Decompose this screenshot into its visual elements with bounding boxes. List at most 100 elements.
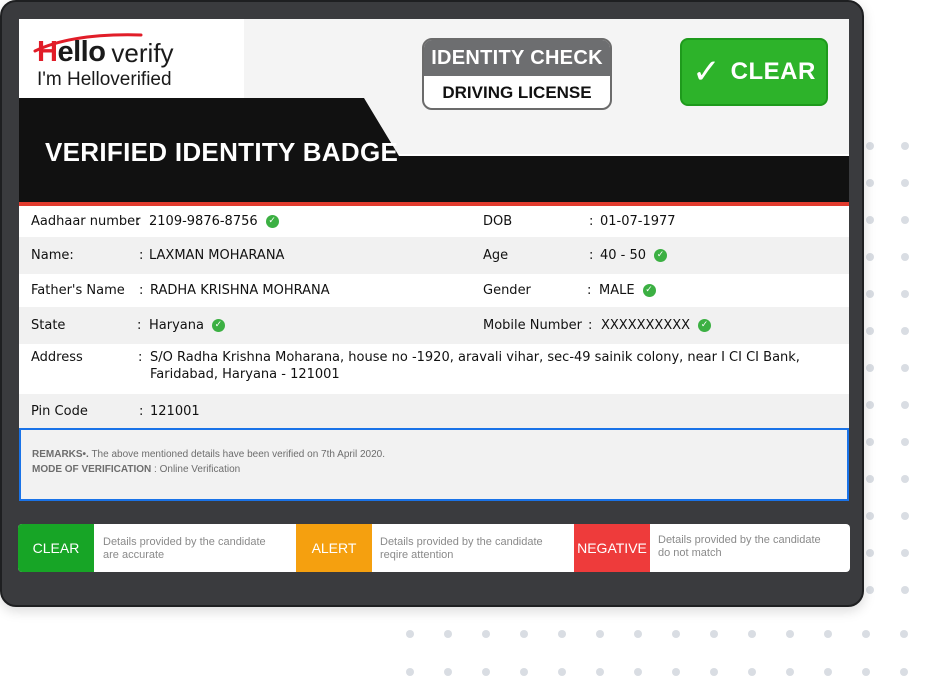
details-table: Aadhaar number : 2109-9876-8756 ✓ DOB : … xyxy=(19,206,849,428)
pincode-separator: : xyxy=(139,403,144,419)
name-value: LAXMAN MOHARANA xyxy=(149,248,285,263)
legend-clear-label: CLEAR xyxy=(32,540,80,556)
decorative-dot xyxy=(866,586,874,594)
aadhaar-label: Aadhaar number xyxy=(31,214,141,229)
verified-check-icon: ✓ xyxy=(698,319,712,332)
table-row: Name: : LAXMAN MOHARANA Age : 40 - 50 ✓ xyxy=(19,237,849,274)
decorative-dot xyxy=(862,630,870,638)
verification-mode-line: MODE OF VERIFICATION : Online Verificati… xyxy=(32,464,240,475)
decorative-dot xyxy=(748,630,756,638)
decorative-dot xyxy=(866,216,874,224)
legend-alert-description: Details provided by the candidate reqire… xyxy=(380,536,543,562)
gender-value: MALE xyxy=(599,283,635,298)
mobile-label: Mobile Number xyxy=(483,318,582,333)
decorative-dot xyxy=(866,142,874,150)
remarks-line: REMARKS•. The above mentioned details ha… xyxy=(32,449,385,460)
verification-mode-value: : Online Verification xyxy=(154,464,241,475)
decorative-dot xyxy=(866,327,874,335)
name-label: Name: xyxy=(31,248,74,263)
legend-negative-description: Details provided by the candidate do not… xyxy=(658,534,821,560)
father-name-label: Father's Name xyxy=(31,283,125,298)
decorative-dot xyxy=(672,668,680,676)
gender-separator: : xyxy=(587,283,592,298)
legend-alert-line-2: reqire attention xyxy=(380,549,454,561)
aadhaar-value: 2109-9876-8756 xyxy=(149,214,258,229)
decorative-dot xyxy=(406,630,414,638)
address-line-2: Faridabad, Haryana - 121001 xyxy=(150,367,340,382)
decorative-dot xyxy=(672,630,680,638)
table-row: Address : S/O Radha Krishna Moharana, ho… xyxy=(19,344,849,394)
mobile-value: XXXXXXXXXX xyxy=(601,318,691,333)
decorative-dot xyxy=(520,630,528,638)
remarks-box: REMARKS•. The above mentioned details ha… xyxy=(19,428,849,501)
legend-negative-line-2: do not match xyxy=(658,547,722,559)
father-name-value: RADHA KRISHNA MOHRANA xyxy=(150,283,330,298)
verification-mode-label: MODE OF VERIFICATION xyxy=(32,464,152,475)
state-value: Haryana xyxy=(149,318,204,333)
table-row: State : Haryana ✓ Mobile Number : XXXXXX… xyxy=(19,307,849,344)
decorative-dot xyxy=(786,630,794,638)
decorative-dot xyxy=(901,401,909,409)
decorative-dot xyxy=(406,668,414,676)
decorative-dot xyxy=(901,475,909,483)
address-separator: : xyxy=(138,350,143,365)
status-label: CLEAR xyxy=(730,58,816,85)
tablet-frame: Hello verify I'm Helloverified IDENTITY … xyxy=(0,0,864,607)
gender-label: Gender xyxy=(483,283,531,298)
decorative-dot xyxy=(901,253,909,261)
legend-alert-block: ALERT xyxy=(296,524,372,572)
decorative-dot xyxy=(866,512,874,520)
decorative-dot xyxy=(901,512,909,520)
address-label: Address xyxy=(31,350,83,365)
mobile-value-wrap: XXXXXXXXXX ✓ xyxy=(601,307,712,344)
legend-clear-block: CLEAR xyxy=(18,524,94,572)
table-row: Aadhaar number : 2109-9876-8756 ✓ DOB : … xyxy=(19,206,849,237)
decorative-dot xyxy=(901,142,909,150)
clear-status-badge: ✓ CLEAR xyxy=(680,38,828,106)
dob-value: 01-07-1977 xyxy=(600,214,676,229)
decorative-dot xyxy=(862,668,870,676)
decorative-dot xyxy=(444,630,452,638)
legend-negative-label: NEGATIVE xyxy=(577,540,647,556)
decorative-dot xyxy=(901,364,909,372)
decorative-dot xyxy=(866,401,874,409)
table-row: Pin Code : 121001 xyxy=(19,394,849,428)
decorative-dot xyxy=(866,475,874,483)
badge-screen: Hello verify I'm Helloverified IDENTITY … xyxy=(19,19,849,501)
decorative-dot xyxy=(866,549,874,557)
decorative-dot xyxy=(824,630,832,638)
decorative-dot xyxy=(634,668,642,676)
decorative-dot xyxy=(901,327,909,335)
logo-tagline: I'm Helloverified xyxy=(37,69,172,90)
gender-value-wrap: MALE ✓ xyxy=(599,274,656,307)
pincode-value: 121001 xyxy=(150,403,200,419)
decorative-dot xyxy=(900,668,908,676)
decorative-dot xyxy=(901,549,909,557)
logo-wordmark-verify: verify xyxy=(111,38,174,68)
decorative-dot xyxy=(901,216,909,224)
remarks-label: REMARKS•. xyxy=(32,449,89,460)
decorative-dot xyxy=(866,438,874,446)
table-row: Father's Name : RADHA KRISHNA MOHRANA Ge… xyxy=(19,274,849,307)
banner-bottom-edge xyxy=(19,194,849,202)
legend-negative-line-1: Details provided by the candidate xyxy=(658,534,821,546)
decorative-dot xyxy=(520,668,528,676)
address-line-1: S/O Radha Krishna Moharana, house no -19… xyxy=(150,350,800,365)
decorative-dot xyxy=(634,630,642,638)
legend-alert-line-1: Details provided by the candidate xyxy=(380,536,543,548)
legend-alert-label: ALERT xyxy=(311,540,357,556)
decorative-dot xyxy=(482,668,490,676)
verified-check-icon: ✓ xyxy=(654,249,668,262)
decorative-dot xyxy=(901,290,909,298)
aadhaar-value-wrap: 2109-9876-8756 ✓ xyxy=(149,206,279,237)
decorative-dot xyxy=(866,364,874,372)
decorative-dot xyxy=(901,179,909,187)
decorative-dot xyxy=(866,179,874,187)
age-separator: : xyxy=(589,248,594,263)
decorative-dot xyxy=(901,586,909,594)
state-value-wrap: Haryana ✓ xyxy=(149,307,225,344)
decorative-dot xyxy=(596,668,604,676)
decorative-dot xyxy=(444,668,452,676)
pincode-label: Pin Code xyxy=(31,403,88,419)
name-separator: : xyxy=(139,248,144,263)
